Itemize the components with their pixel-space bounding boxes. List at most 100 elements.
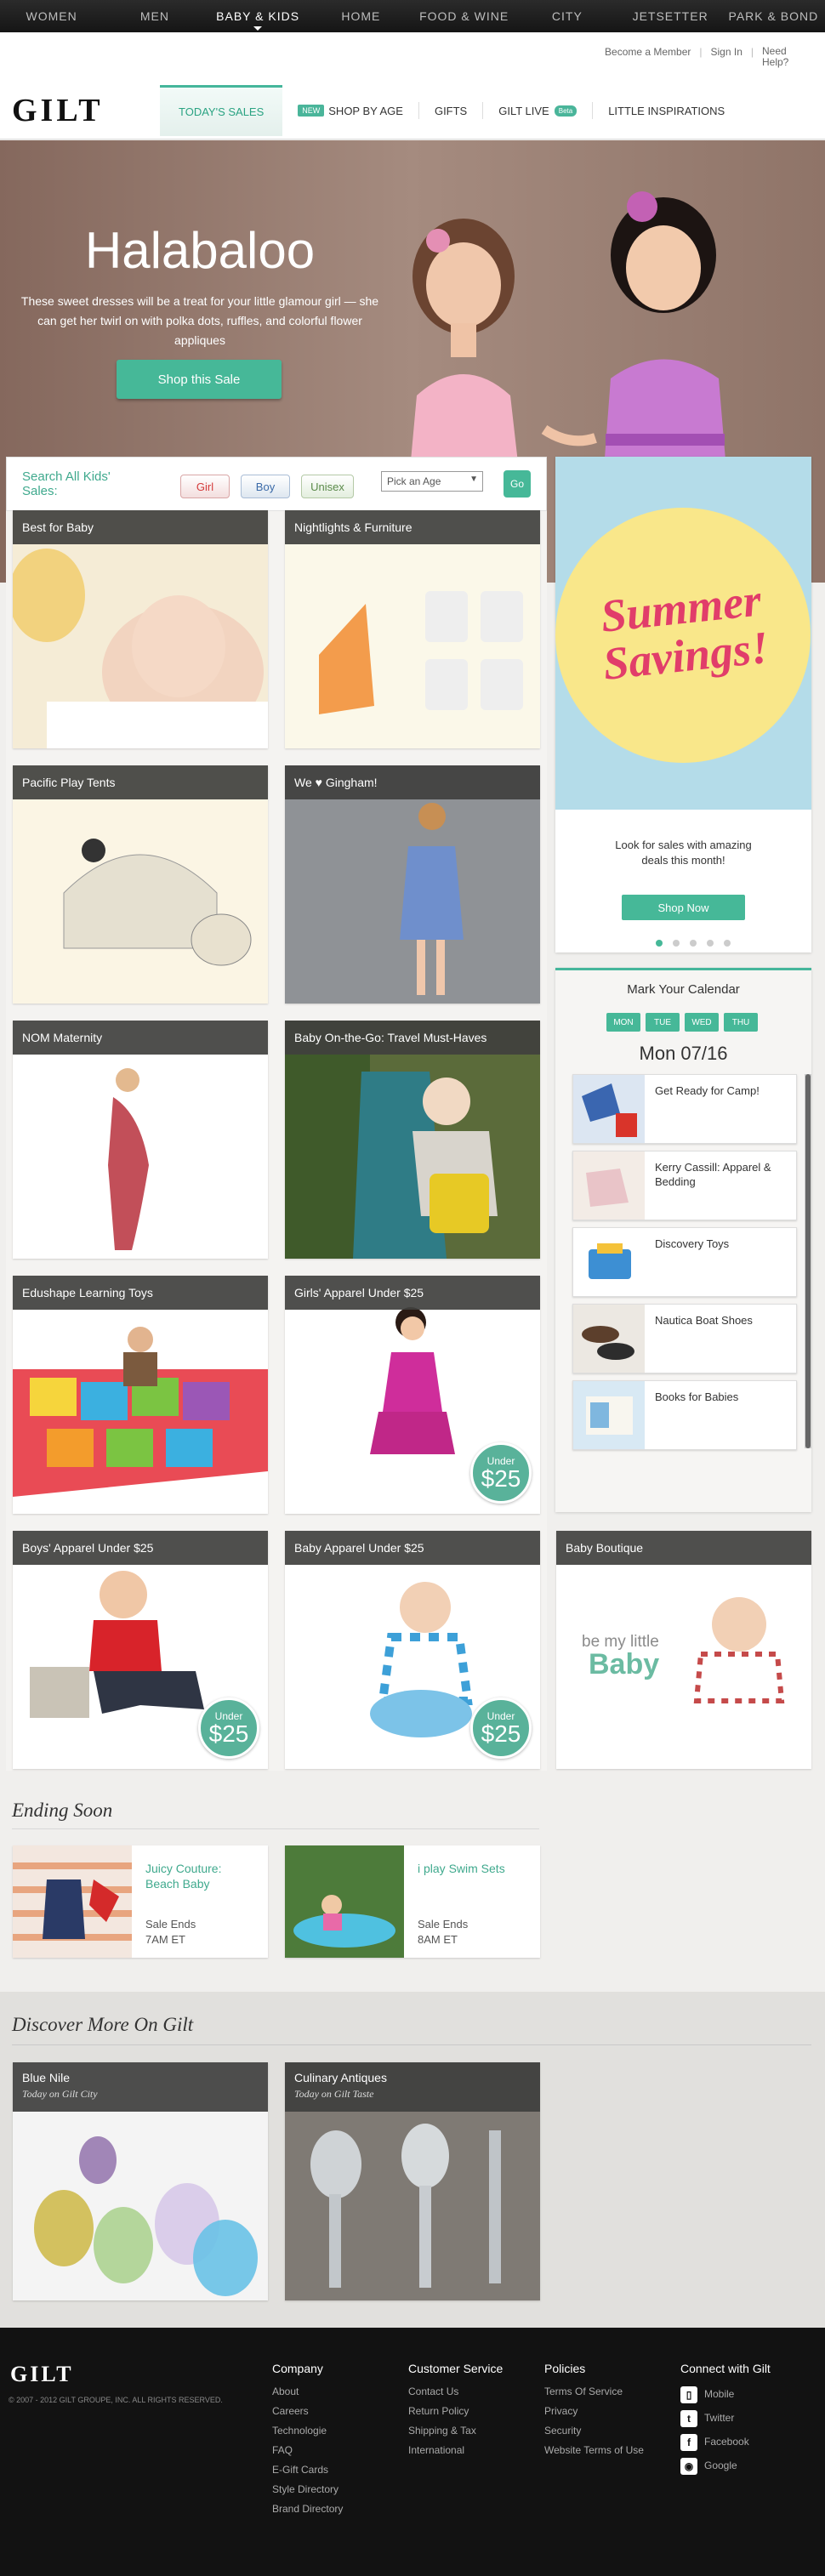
filter-unisex-button[interactable]: Unisex — [301, 475, 354, 498]
topnav-baby-kids[interactable]: BABY & KIDS — [207, 0, 310, 32]
day-button-tue[interactable]: TUE — [646, 1013, 680, 1032]
day-button-wed[interactable]: WED — [685, 1013, 719, 1032]
carousel-dot[interactable] — [707, 940, 714, 947]
sale-tile[interactable]: Best for Baby — [13, 510, 268, 748]
ending-soon-name: Juicy Couture: Beach Baby — [145, 1862, 222, 1891]
social-link-twitter[interactable]: t Twitter — [680, 2406, 771, 2430]
footer-link[interactable]: Brand Directory — [272, 2499, 343, 2519]
footer-connect: Connect with Gilt ▯ Mobile t Twitter f Face… — [680, 2362, 771, 2477]
calendar-item[interactable]: Nautica Boat Shoes — [572, 1304, 797, 1373]
summer-savings-promo[interactable]: Summer Savings! Look for sales with amazi… — [555, 457, 811, 952]
calendar-item[interactable]: Kerry Cassill: Apparel & Bedding — [572, 1151, 797, 1220]
shop-this-sale-button[interactable]: Shop this Sale — [117, 360, 282, 399]
hero-title: Halabaloo — [84, 222, 316, 279]
day-button-thu[interactable]: THU — [724, 1013, 758, 1032]
badge-value: $25 — [481, 1720, 521, 1747]
promo-text: Look for sales with amazing deals this m… — [615, 839, 752, 867]
discover-tile[interactable]: Blue Nile Today on Gilt City — [13, 2062, 268, 2300]
social-link-facebook[interactable]: f Facebook — [680, 2430, 771, 2454]
shop-now-button[interactable]: Shop Now — [622, 895, 745, 920]
footer-link[interactable]: Terms Of Service — [544, 2382, 644, 2402]
footer-link[interactable]: Careers — [272, 2402, 343, 2421]
ending-soon-item[interactable]: Juicy Couture: Beach Baby Sale Ends 7AM E… — [13, 1845, 268, 1958]
go-button[interactable]: Go — [504, 470, 531, 498]
filter-girl-button[interactable]: Girl — [180, 475, 230, 498]
topnav-city[interactable]: CITY — [515, 0, 618, 32]
discover-tile[interactable]: Culinary Antiques Today on Gilt Taste — [285, 2062, 540, 2300]
sale-tile[interactable]: Nightlights & Furniture — [285, 510, 540, 748]
tab-little-inspirations[interactable]: LITTLE INSPIRATIONS — [593, 85, 740, 136]
sale-tile[interactable]: Pacific Play Tents — [13, 765, 268, 1004]
age-select[interactable]: Pick an Age ▼ — [381, 471, 483, 492]
carousel-dot[interactable] — [673, 940, 680, 947]
tab-shop-by-age[interactable]: NEW SHOP BY AGE — [282, 85, 418, 136]
sale-tile[interactable]: Baby On-the-Go: Travel Must-Haves — [285, 1021, 540, 1259]
sale-tile[interactable]: Baby Apparel Under $25 Under $25 — [285, 1531, 540, 1769]
sale-tile[interactable]: Edushape Learning Toys — [13, 1276, 268, 1514]
copyright: © 2007 - 2012 GILT GROUPE, INC. ALL RIGH… — [9, 2396, 223, 2404]
footer-link[interactable]: Technologie — [272, 2421, 343, 2441]
calendar-item-title: Discovery Toys — [655, 1237, 730, 1250]
sale-tile[interactable]: Boys' Apparel Under $25 Under $25 — [13, 1531, 268, 1769]
footer-link[interactable]: FAQ — [272, 2441, 343, 2460]
footer-logo[interactable]: GILT — [10, 2362, 74, 2387]
sale-title: Best for Baby — [13, 510, 268, 544]
gilt-logo[interactable]: GILT — [12, 92, 104, 129]
ending-soon-item[interactable]: i play Swim Sets Sale Ends 8AM ET — [285, 1845, 540, 1958]
discover-subtitle: Today on Gilt Taste — [294, 2088, 374, 2100]
tab-todays-sales[interactable]: TODAY'S SALES — [160, 85, 283, 136]
google-icon: ◉ — [680, 2457, 697, 2475]
sale-tile[interactable]: NOM Maternity — [13, 1021, 268, 1259]
footer-link[interactable]: Privacy — [544, 2402, 644, 2421]
day-button-mon[interactable]: MON — [606, 1013, 640, 1032]
topnav-women[interactable]: WOMEN — [0, 0, 103, 32]
sale-tile[interactable]: We ♥ Gingham! — [285, 765, 540, 1004]
footer-link[interactable]: E-Gift Cards — [272, 2460, 343, 2480]
topnav-park-bond[interactable]: PARK & BOND — [722, 0, 825, 32]
footer-link[interactable]: International — [408, 2441, 503, 2460]
carousel-dot[interactable] — [690, 940, 697, 947]
calendar-item[interactable]: Discovery Toys — [572, 1227, 797, 1297]
tab-gilt-live[interactable]: GILT LIVE Beta — [483, 85, 592, 136]
beta-badge: Beta — [554, 105, 578, 117]
discover-title: Blue Nile — [22, 2071, 71, 2084]
footer-column-customer-service: Customer Service Contact Us Return Polic… — [408, 2362, 503, 2460]
footer-column-company: Company About Careers Technologie FAQ E-… — [272, 2362, 343, 2519]
footer-link[interactable]: About — [272, 2382, 343, 2402]
discover-title: Culinary Antiques — [294, 2071, 387, 2084]
topnav-food-wine[interactable]: FOOD & WINE — [412, 0, 515, 32]
social-link-mobile[interactable]: ▯ Mobile — [680, 2382, 771, 2406]
footer-link[interactable]: Shipping & Tax — [408, 2421, 503, 2441]
sign-in-link[interactable]: Sign In — [711, 46, 742, 58]
footer-link[interactable]: Contact Us — [408, 2382, 503, 2402]
calendar-item-image — [573, 1228, 645, 1296]
footer-link[interactable]: Website Terms of Use — [544, 2441, 644, 2460]
footer-link[interactable]: Security — [544, 2421, 644, 2441]
sale-title: We ♥ Gingham! — [285, 765, 540, 799]
become-member-link[interactable]: Become a Member — [605, 46, 691, 58]
topnav-jetsetter[interactable]: JETSETTER — [619, 0, 722, 32]
calendar-item[interactable]: Get Ready for Camp! — [572, 1074, 797, 1144]
sale-title: Boys' Apparel Under $25 — [13, 1531, 268, 1565]
topnav-men[interactable]: MEN — [103, 0, 206, 32]
social-label: Google — [704, 2459, 737, 2471]
sale-image — [285, 765, 540, 1004]
scrollbar[interactable] — [805, 1074, 811, 1448]
tab-gifts[interactable]: GIFTS — [419, 85, 482, 136]
need-help-link[interactable]: Need Help? — [762, 46, 791, 68]
sale-tile[interactable]: Baby Boutique be my little Baby — [556, 1531, 811, 1769]
sale-tile[interactable]: Girls' Apparel Under $25 Under $25 — [285, 1276, 540, 1514]
topnav-home[interactable]: HOME — [310, 0, 412, 32]
footer-link[interactable]: Style Directory — [272, 2480, 343, 2499]
sale-title: Edushape Learning Toys — [13, 1276, 268, 1310]
scrollbar-thumb[interactable] — [805, 1074, 811, 1448]
under-25-badge: Under $25 — [470, 1697, 532, 1759]
footer-link[interactable]: Return Policy — [408, 2402, 503, 2421]
carousel-dot[interactable] — [656, 940, 663, 947]
discover-heading: Discover More On Gilt — [12, 2014, 194, 2035]
filter-boy-button[interactable]: Boy — [241, 475, 290, 498]
calendar-item[interactable]: Books for Babies — [572, 1380, 797, 1450]
social-link-google[interactable]: ◉ Google — [680, 2454, 771, 2477]
divider: | — [750, 46, 754, 58]
carousel-dot[interactable] — [724, 940, 731, 947]
